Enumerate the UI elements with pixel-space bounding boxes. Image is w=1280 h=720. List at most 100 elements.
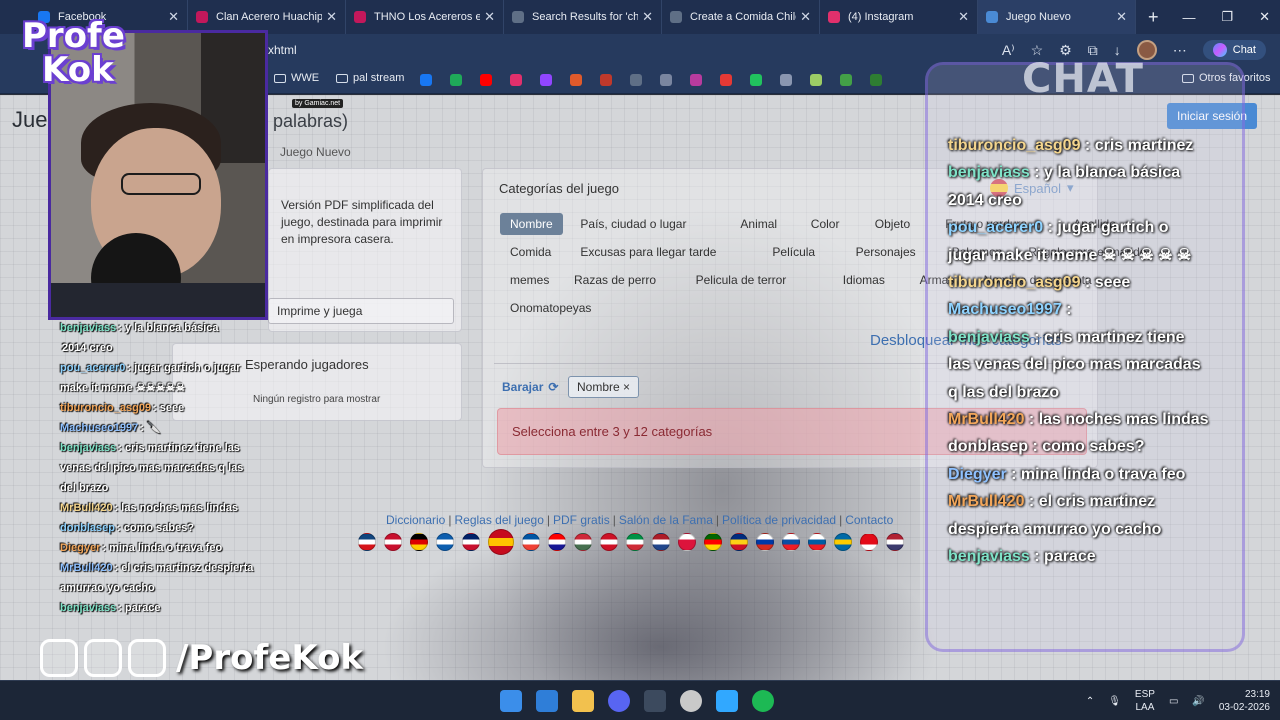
restore-icon[interactable]: ❐ bbox=[1221, 9, 1233, 25]
category-chip[interactable]: memes bbox=[500, 269, 559, 291]
clock[interactable]: 23:19 03-02-2026 bbox=[1219, 688, 1270, 714]
file-explorer-icon[interactable] bbox=[572, 690, 594, 712]
category-chip[interactable]: Razas de perro bbox=[564, 269, 666, 291]
bookmark-favicon-icon[interactable] bbox=[690, 74, 702, 86]
language-flag-icon[interactable] bbox=[860, 533, 878, 551]
bookmark-favicon-icon[interactable] bbox=[870, 74, 882, 86]
bookmark-favicon-icon[interactable] bbox=[480, 74, 492, 86]
shuffle-button[interactable]: Barajar ⟳ bbox=[502, 380, 558, 394]
category-chip[interactable]: Objeto bbox=[865, 213, 920, 235]
language-flag-icon[interactable] bbox=[756, 533, 774, 551]
start-icon[interactable] bbox=[500, 690, 522, 712]
browser-tab[interactable]: Juego Nuevo ✕ bbox=[978, 0, 1136, 34]
browser-tab[interactable]: (4) Instagram ✕ bbox=[820, 0, 978, 34]
category-chip[interactable]: Personajes bbox=[846, 241, 926, 263]
discord-icon[interactable] bbox=[608, 690, 630, 712]
bookmark-favicon-icon[interactable] bbox=[750, 74, 762, 86]
language-flag-icon[interactable] bbox=[436, 533, 454, 551]
network-icon[interactable]: ▭ bbox=[1169, 696, 1178, 707]
category-chip[interactable]: Comida bbox=[500, 241, 561, 263]
browser-tab[interactable]: Clan Acerero Huachipato ✕ bbox=[188, 0, 346, 34]
bookmark-favicon-icon[interactable] bbox=[660, 74, 672, 86]
bookmark-pal-stream[interactable]: pal stream bbox=[336, 72, 404, 84]
browser-tab[interactable]: THNO Los Acereros en ✕ bbox=[346, 0, 504, 34]
tab-close-icon[interactable]: ✕ bbox=[484, 9, 495, 25]
language-flag-icon[interactable] bbox=[886, 533, 904, 551]
tray-chevron-icon[interactable]: ⌃ bbox=[1086, 696, 1094, 707]
language-flag-icon[interactable] bbox=[652, 533, 670, 551]
language-flag-icon[interactable] bbox=[834, 533, 852, 551]
tab-close-icon[interactable]: ✕ bbox=[1116, 9, 1127, 25]
language-flag-icon[interactable] bbox=[384, 533, 402, 551]
bookmark-favicon-icon[interactable] bbox=[450, 74, 462, 86]
steam-icon[interactable] bbox=[644, 690, 666, 712]
category-chip[interactable]: Pelicula de terror bbox=[686, 269, 797, 291]
language-flag-icon[interactable] bbox=[462, 533, 480, 551]
bookmark-favicon-icon[interactable] bbox=[540, 74, 552, 86]
category-chip[interactable]: Nombre bbox=[500, 213, 563, 235]
language-flag-icon[interactable] bbox=[358, 533, 376, 551]
language-flag-icon[interactable] bbox=[782, 533, 800, 551]
footer-link[interactable]: Política de privacidad bbox=[722, 513, 836, 527]
players-title: Esperando jugadores bbox=[245, 357, 369, 372]
category-chip[interactable]: Color bbox=[801, 213, 850, 235]
tab-close-icon[interactable]: ✕ bbox=[642, 9, 653, 25]
footer-link[interactable]: Contacto bbox=[845, 513, 893, 527]
tab-close-icon[interactable]: ✕ bbox=[326, 9, 337, 25]
category-chip[interactable]: Animal bbox=[730, 213, 787, 235]
new-tab-button[interactable]: + bbox=[1148, 7, 1159, 28]
browser-tab[interactable]: Create a Comida Chile ✕ bbox=[662, 0, 820, 34]
mic-icon[interactable]: 🎙 bbox=[1108, 696, 1121, 707]
close-window-icon[interactable]: ✕ bbox=[1259, 9, 1270, 25]
minimize-icon[interactable]: — bbox=[1182, 10, 1195, 25]
bookmark-favicon-icon[interactable] bbox=[720, 74, 732, 86]
bookmark-favicon-icon[interactable] bbox=[510, 74, 522, 86]
bookmark-wwe[interactable]: WWE bbox=[274, 72, 319, 84]
footer-link[interactable]: PDF gratis bbox=[553, 513, 610, 527]
category-chip[interactable]: Onomatopeyas bbox=[500, 297, 601, 319]
language-flag-icon[interactable] bbox=[548, 533, 566, 551]
tab-close-icon[interactable]: ✕ bbox=[800, 9, 811, 25]
category-chip[interactable]: País, ciudad o lugar bbox=[570, 213, 696, 235]
category-chip[interactable]: Película bbox=[762, 241, 825, 263]
footer-link[interactable]: Salón de la Fama bbox=[619, 513, 713, 527]
language-flag-icon[interactable] bbox=[704, 533, 722, 551]
language-flag-icon[interactable] bbox=[574, 533, 592, 551]
language-flag-icon[interactable] bbox=[488, 529, 514, 555]
bookmark-favicon-icon[interactable] bbox=[420, 74, 432, 86]
more-menu-icon[interactable]: ⋯ bbox=[1173, 42, 1187, 59]
language-flag-icon[interactable] bbox=[678, 533, 696, 551]
tab-close-icon[interactable]: ✕ bbox=[958, 9, 969, 25]
photoshop-icon[interactable] bbox=[716, 690, 738, 712]
remove-icon[interactable]: × bbox=[623, 380, 630, 394]
bookmark-favicon-icon[interactable] bbox=[630, 74, 642, 86]
address-bar[interactable]: xhtml bbox=[262, 38, 1022, 62]
print-button[interactable]: Imprime y juega bbox=[268, 298, 454, 324]
edge-icon[interactable] bbox=[536, 690, 558, 712]
browser-tab[interactable]: Search Results for 'chile✕ bbox=[504, 0, 662, 34]
bookmark-favicon-icon[interactable] bbox=[780, 74, 792, 86]
tab-close-icon[interactable]: ✕ bbox=[168, 9, 179, 25]
bookmark-favicon-icon[interactable] bbox=[570, 74, 582, 86]
category-chip[interactable]: Idiomas bbox=[833, 269, 895, 291]
bookmark-favicon-icon[interactable] bbox=[600, 74, 612, 86]
footer-link[interactable]: Diccionario bbox=[386, 513, 445, 527]
selected-category-chip[interactable]: Nombre × bbox=[568, 376, 640, 398]
read-aloud-icon[interactable]: A⁾ bbox=[1002, 42, 1015, 59]
input-language[interactable]: ESP LAA bbox=[1135, 688, 1155, 714]
bookmark-favicon-icon[interactable] bbox=[840, 74, 852, 86]
obs-icon[interactable] bbox=[680, 690, 702, 712]
copilot-chat-button[interactable]: Chat bbox=[1202, 40, 1266, 60]
language-flag-icon[interactable] bbox=[522, 533, 540, 551]
language-flag-icon[interactable] bbox=[730, 533, 748, 551]
language-flag-icon[interactable] bbox=[626, 533, 644, 551]
language-flag-icon[interactable] bbox=[410, 533, 428, 551]
spotify-icon[interactable] bbox=[752, 690, 774, 712]
volume-icon[interactable]: 🔊 bbox=[1192, 696, 1204, 707]
language-flag-icon[interactable] bbox=[808, 533, 826, 551]
breadcrumb[interactable]: Juego Nuevo bbox=[280, 145, 351, 159]
footer-link[interactable]: Reglas del juego bbox=[454, 513, 543, 527]
language-flag-icon[interactable] bbox=[600, 533, 618, 551]
category-chip[interactable]: Excusas para llegar tarde bbox=[570, 241, 726, 263]
bookmark-favicon-icon[interactable] bbox=[810, 74, 822, 86]
